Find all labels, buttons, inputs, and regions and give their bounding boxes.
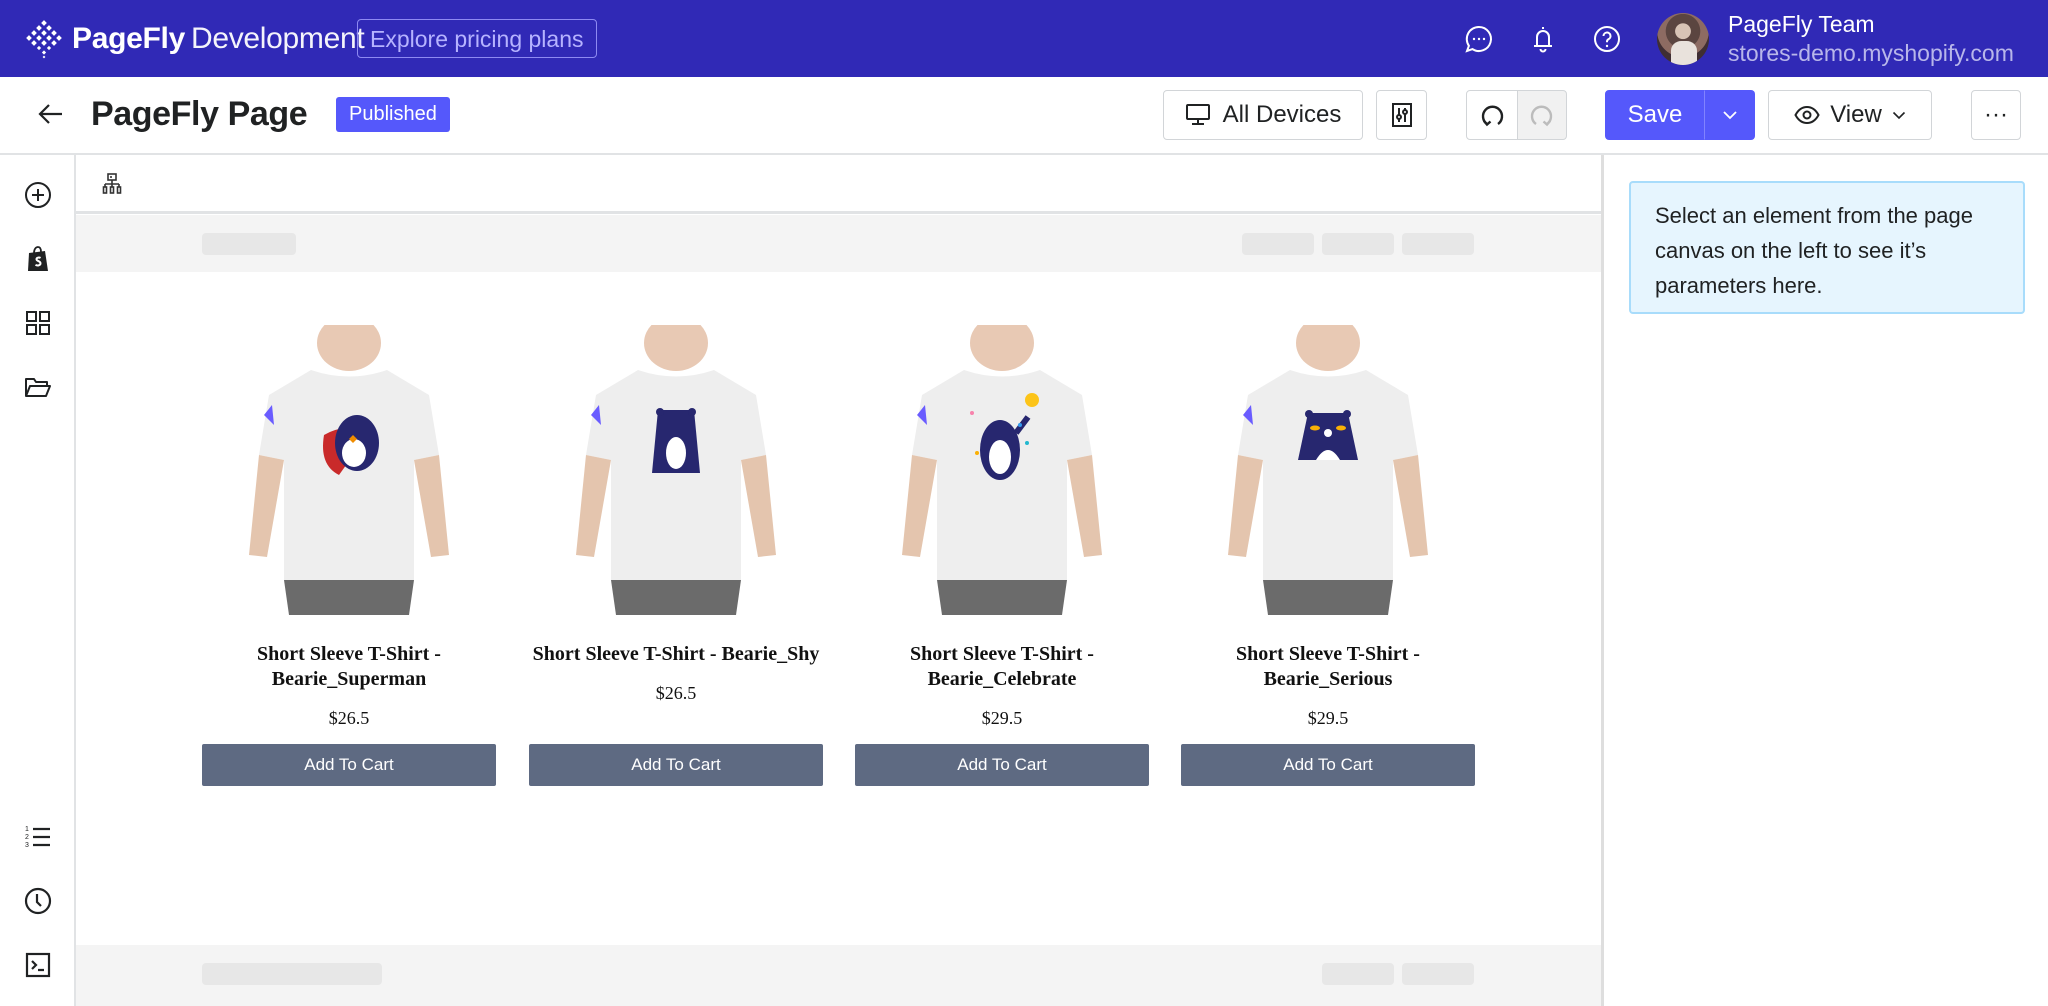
status-badge: Published <box>336 97 450 132</box>
user-store[interactable]: stores-demo.myshopify.com <box>1728 40 2014 67</box>
skeleton-block <box>1402 233 1474 255</box>
product-title[interactable]: Short Sleeve T-Shirt - Bearie_Celebrate <box>855 642 1149 692</box>
pagefly-logo-icon <box>26 20 62 59</box>
sliders-icon <box>1391 103 1412 127</box>
all-devices-label: All Devices <box>1222 101 1342 128</box>
page-title: PageFly Page <box>91 95 308 133</box>
ordered-list-icon[interactable]: 123 <box>24 823 52 851</box>
brand-name: PageFly <box>72 22 185 55</box>
redo-icon <box>1530 105 1553 127</box>
chat-icon[interactable] <box>1464 24 1494 54</box>
product-image[interactable] <box>239 325 459 615</box>
chevron-down-icon <box>1722 111 1737 120</box>
product-image[interactable] <box>566 325 786 615</box>
product-price: $29.5 <box>1307 708 1349 728</box>
all-devices-button[interactable]: All Devices <box>1163 90 1363 140</box>
undo-button[interactable] <box>1466 90 1518 140</box>
add-to-cart-button[interactable]: Add To Cart <box>529 744 823 786</box>
view-button[interactable]: View <box>1768 90 1932 140</box>
add-element-icon[interactable] <box>24 181 52 209</box>
undo-icon <box>1481 105 1504 127</box>
footer-placeholder <box>76 945 1601 1006</box>
help-icon[interactable] <box>1592 24 1622 54</box>
svg-text:3: 3 <box>25 842 29 849</box>
history-clock-icon[interactable] <box>24 887 52 915</box>
sections-grid-icon[interactable] <box>24 309 52 337</box>
skeleton-block <box>1402 963 1474 985</box>
skeleton-block <box>202 233 296 255</box>
skeleton-block <box>1242 233 1314 255</box>
user-name[interactable]: PageFly Team <box>1728 11 1875 38</box>
layer-tree-icon[interactable] <box>102 173 122 195</box>
skeleton-block <box>202 963 382 985</box>
skeleton-block <box>1322 963 1394 985</box>
folder-icon[interactable] <box>24 373 52 401</box>
inspector-panel: Select an element from the page canvas o… <box>1601 155 2048 1006</box>
page-header: PageFly Page Published All Devices Save … <box>0 77 2048 155</box>
save-button[interactable]: Save <box>1605 90 1705 140</box>
product-list: Short Sleeve T-Shirt - Bearie_Superman $… <box>202 325 1552 795</box>
explore-pricing-button[interactable]: Explore pricing plans <box>357 19 597 58</box>
back-arrow-icon[interactable] <box>36 99 66 129</box>
skeleton-block <box>1322 233 1394 255</box>
product-price: $29.5 <box>981 708 1023 728</box>
eye-icon <box>1794 105 1820 125</box>
page-settings-button[interactable] <box>1376 90 1427 140</box>
add-to-cart-button[interactable]: Add To Cart <box>855 744 1149 786</box>
bell-icon[interactable] <box>1528 24 1558 54</box>
product-price: $26.5 <box>655 683 697 703</box>
brand-suffix: Development <box>190 22 365 55</box>
canvas-toolbar <box>76 155 1601 214</box>
header-placeholder <box>76 215 1601 272</box>
left-rail: 123 <box>0 155 76 1006</box>
chevron-down-icon <box>1892 111 1905 119</box>
svg-text:2: 2 <box>25 834 29 841</box>
page-canvas[interactable]: Short Sleeve T-Shirt - Bearie_Superman $… <box>76 155 1601 1006</box>
product-image[interactable] <box>1218 325 1438 615</box>
more-options-button[interactable]: ··· <box>1971 90 2021 140</box>
product-title[interactable]: Short Sleeve T-Shirt - Bearie_Shy <box>529 642 823 667</box>
product-price: $26.5 <box>328 708 370 728</box>
shopify-icon[interactable] <box>24 245 52 273</box>
terminal-icon[interactable] <box>24 951 52 979</box>
add-to-cart-button[interactable]: Add To Cart <box>202 744 496 786</box>
product-title[interactable]: Short Sleeve T-Shirt - Bearie_Serious <box>1181 642 1475 692</box>
user-avatar[interactable] <box>1657 13 1709 65</box>
add-to-cart-button[interactable]: Add To Cart <box>1181 744 1475 786</box>
product-title[interactable]: Short Sleeve T-Shirt - Bearie_Superman <box>202 642 496 692</box>
brand-title: PageFly Development <box>72 22 365 56</box>
top-bar: PageFly Development Explore pricing plans… <box>0 0 2048 77</box>
save-options-button[interactable] <box>1704 90 1755 140</box>
view-label: View <box>1830 101 1882 128</box>
product-image[interactable] <box>892 325 1112 615</box>
svg-text:1: 1 <box>25 826 29 833</box>
redo-button[interactable] <box>1517 90 1567 140</box>
inspector-hint: Select an element from the page canvas o… <box>1629 181 2025 314</box>
desktop-icon <box>1185 104 1210 125</box>
